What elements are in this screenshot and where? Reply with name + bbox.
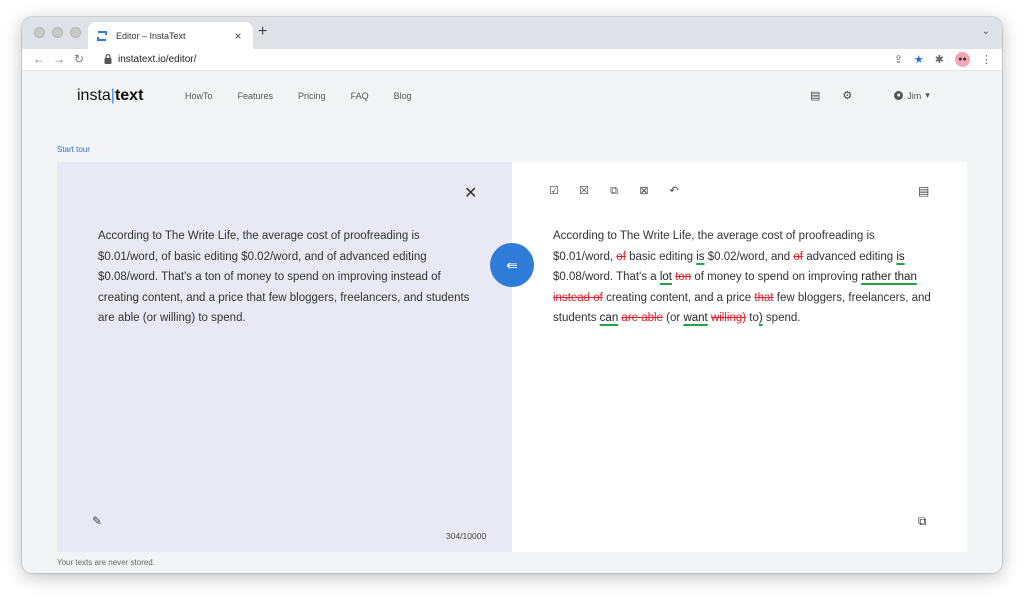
header-actions: ▤ ⚙ ● Jim ▾: [810, 89, 930, 102]
nav-blog[interactable]: Blog: [394, 91, 412, 101]
user-menu[interactable]: ● Jim ▾: [894, 90, 930, 101]
browser-tab[interactable]: Editor – InstaText ×: [88, 22, 253, 49]
minimize-window-button[interactable]: [52, 27, 63, 38]
output-text-segment: of money to spend on improving: [691, 271, 862, 283]
share-icon[interactable]: ⇪: [894, 53, 903, 66]
deleted-word[interactable]: willing): [711, 312, 746, 324]
character-counter: 304/10000: [446, 531, 487, 541]
added-word[interactable]: is: [896, 251, 904, 263]
logo-text-insta: insta: [77, 87, 111, 104]
output-text-segment: basic editing: [625, 250, 697, 263]
undo-icon[interactable]: ↶: [667, 184, 681, 198]
deleted-word[interactable]: ton: [675, 271, 691, 283]
output-text-segment: $0.02/word, and: [704, 250, 794, 263]
user-circle-icon: ●: [894, 91, 904, 100]
added-word[interactable]: can: [600, 312, 619, 324]
forward-arrow-icon[interactable]: →: [50, 52, 68, 66]
nav-features[interactable]: Features: [238, 91, 274, 101]
page: insta|text HowTo Features Pricing FAQ Bl…: [22, 71, 1002, 573]
output-text-segment: (or: [662, 312, 684, 324]
deleted-word[interactable]: that: [754, 292, 773, 304]
close-window-button[interactable]: [34, 27, 45, 38]
reject-all-icon[interactable]: ⊠: [637, 184, 651, 198]
improve-text-button[interactable]: ⇚: [490, 243, 534, 287]
reload-icon[interactable]: ↻: [70, 52, 88, 66]
url-text[interactable]: instatext.io/editor/: [118, 54, 196, 65]
added-word[interactable]: rather than: [861, 271, 917, 283]
lock-icon: [104, 54, 112, 64]
input-text-area[interactable]: According to The Write Life, the average…: [98, 226, 478, 329]
accept-all-icon[interactable]: ⧉: [607, 184, 621, 198]
bookmark-star-icon[interactable]: ★: [914, 53, 924, 66]
tab-bar: Editor – InstaText × + ⌄: [22, 17, 1002, 49]
user-name: Jim: [907, 90, 922, 101]
output-text-segment: spend.: [762, 312, 801, 324]
added-word[interactable]: want: [683, 312, 707, 324]
settings-gear-icon[interactable]: ⚙: [842, 89, 852, 102]
nav-buttons: ← → ↻: [30, 52, 88, 66]
added-word[interactable]: lot: [660, 271, 672, 283]
output-text-area[interactable]: According to The Write Life, the average…: [553, 226, 933, 329]
output-panel: ☑ ☒ ⧉ ⊠ ↶ ▤ According to The Write Life,…: [512, 162, 967, 552]
arrow-left-icon: ⇚: [506, 256, 518, 273]
instatext-logo[interactable]: insta|text: [77, 87, 143, 105]
app-header: insta|text HowTo Features Pricing FAQ Bl…: [22, 71, 1002, 119]
added-word[interactable]: is: [696, 251, 704, 263]
tab-close-icon[interactable]: ×: [231, 29, 245, 43]
clear-text-close-icon[interactable]: ✕: [464, 183, 477, 203]
deleted-word[interactable]: are able: [621, 312, 663, 324]
main-nav: HowTo Features Pricing FAQ Blog: [185, 91, 412, 101]
pencil-edit-icon[interactable]: ✎: [92, 514, 102, 528]
output-text-segment: advanced editing: [803, 250, 897, 263]
document-icon[interactable]: ▤: [810, 89, 820, 102]
maximize-window-button[interactable]: [70, 27, 81, 38]
output-text-segment: to: [746, 312, 759, 324]
copy-icon[interactable]: ⧉: [918, 514, 927, 529]
extensions-puzzle-icon[interactable]: ✱: [935, 53, 944, 66]
instatext-favicon-icon: [97, 30, 107, 41]
address-bar: ← → ↻ instatext.io/editor/ ⇪ ★ ✱ ●● ⋮: [22, 49, 1002, 71]
chevron-down-icon: ▾: [925, 90, 930, 100]
nav-pricing[interactable]: Pricing: [298, 91, 326, 101]
privacy-note: Your texts are never stored.: [57, 558, 155, 567]
nav-faq[interactable]: FAQ: [351, 91, 369, 101]
deleted-word[interactable]: of: [793, 251, 803, 263]
input-panel: ✕ According to The Write Life, the avera…: [57, 162, 512, 552]
back-arrow-icon[interactable]: ←: [30, 52, 48, 66]
output-text-segment: creating content, and a price: [602, 291, 755, 304]
tab-title: Editor – InstaText: [116, 30, 186, 41]
reject-change-icon[interactable]: ☒: [577, 184, 591, 198]
browser-window: Editor – InstaText × + ⌄ ← → ↻ instatext…: [22, 17, 1002, 573]
tab-search-chevron-icon[interactable]: ⌄: [982, 26, 990, 37]
profile-avatar[interactable]: ●●: [955, 52, 970, 67]
nav-howto[interactable]: HowTo: [185, 91, 213, 101]
browser-menu-icon[interactable]: ⋮: [981, 53, 992, 66]
new-tab-button[interactable]: +: [258, 23, 267, 41]
window-controls: [34, 27, 81, 38]
deleted-word[interactable]: instead of: [553, 292, 603, 304]
deleted-word[interactable]: of: [616, 251, 626, 263]
logo-text-text: text: [114, 87, 144, 104]
accept-change-icon[interactable]: ☑: [547, 184, 561, 198]
output-toolbar: ☑ ☒ ⧉ ⊠ ↶: [547, 184, 681, 198]
start-tour-link[interactable]: Start tour: [57, 145, 90, 154]
output-text-segment: $0.08/word. That's a: [553, 271, 660, 283]
report-document-icon[interactable]: ▤: [918, 184, 929, 198]
browser-actions: ⇪ ★ ✱ ●● ⋮: [894, 52, 992, 67]
